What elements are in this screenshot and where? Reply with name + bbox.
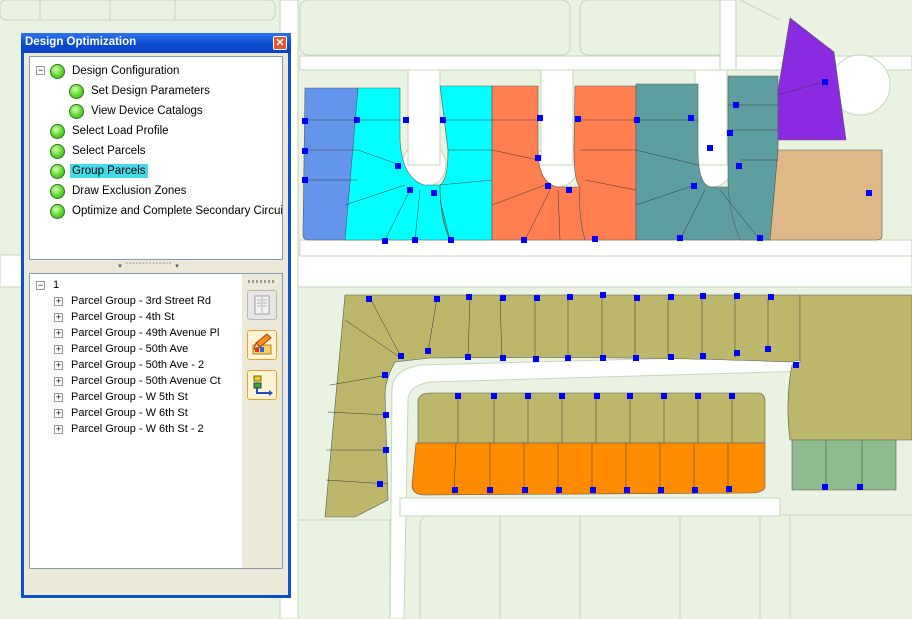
status-green-icon: [69, 103, 84, 119]
workflow-step-optimize-secondary-circuits[interactable]: Optimize and Complete Secondary Circuits: [50, 201, 283, 221]
tree-item-label: Parcel Group - W 6th St - 2: [71, 423, 204, 435]
expander-minus-icon[interactable]: −: [36, 280, 45, 290]
workflow-step-design-configuration[interactable]: Design Configuration: [50, 61, 181, 81]
workflow-step-label: Optimize and Complete Secondary Circuits: [72, 205, 283, 217]
status-green-icon: [50, 163, 65, 179]
workflow-step-label: Select Parcels: [72, 145, 146, 157]
toolbar-grip[interactable]: [248, 280, 276, 283]
status-green-icon: [50, 203, 65, 219]
expander-plus-icon[interactable]: +: [54, 376, 63, 386]
tree-item-label: Parcel Group - W 6th St: [71, 407, 188, 419]
tree-item-label: Parcel Group - 50th Avenue Ct: [71, 375, 221, 387]
expander-plus-icon[interactable]: +: [54, 408, 63, 418]
status-green-icon: [50, 63, 65, 79]
status-green-icon: [69, 83, 84, 99]
tree-item-parcel-group[interactable]: + Parcel Group - 3rd Street Rd: [54, 293, 211, 309]
route-icon: [253, 375, 273, 396]
expander-plus-icon[interactable]: +: [54, 312, 63, 322]
tree-item-label: Parcel Group - 3rd Street Rd: [71, 295, 212, 307]
tree-item-parcel-group[interactable]: + Parcel Group - W 6th St - 2: [54, 421, 204, 437]
window-client-area: − Design Configuration Set Design Parame…: [24, 53, 288, 595]
workflow-step-group-parcels[interactable]: Group Parcels: [50, 161, 148, 181]
workflow-step-label: Draw Exclusion Zones: [72, 185, 187, 197]
workflow-step-select-load-profile[interactable]: Select Load Profile: [50, 121, 171, 141]
tree-item-parcel-group[interactable]: + Parcel Group - 4th St: [54, 309, 174, 325]
workflow-step-label-selected: Group Parcels: [70, 164, 148, 178]
workflow-step-select-parcels[interactable]: Select Parcels: [50, 141, 148, 161]
tree-item-parcel-group[interactable]: + Parcel Group - 50th Ave - 2: [54, 357, 204, 373]
tree-root[interactable]: − 1: [36, 277, 59, 293]
workflow-tree[interactable]: − Design Configuration Set Design Parame…: [29, 56, 283, 260]
color-groups-button[interactable]: [247, 330, 277, 360]
status-green-icon: [50, 143, 65, 159]
tree-item-label: Parcel Group - 50th Ave: [71, 343, 189, 355]
tree-item-parcel-group[interactable]: + Parcel Group - W 6th St: [54, 405, 188, 421]
status-green-icon: [50, 123, 65, 139]
tree-item-parcel-group[interactable]: + Parcel Group - 49th Avenue Pl: [54, 325, 219, 341]
tree-item-label: Parcel Group - W 5th St: [71, 391, 188, 403]
properties-button[interactable]: [247, 290, 277, 320]
expander-plus-icon[interactable]: +: [54, 424, 63, 434]
workflow-step-label: Select Load Profile: [72, 125, 169, 137]
tree-item-parcel-group[interactable]: + Parcel Group - W 5th St: [54, 389, 188, 405]
workflow-step-label: Set Design Parameters: [91, 85, 210, 97]
expander-plus-icon[interactable]: +: [54, 360, 63, 370]
window-title: Design Optimization: [25, 36, 137, 48]
expander-minus-icon[interactable]: −: [36, 66, 45, 75]
workflow-step-draw-exclusion-zones[interactable]: Draw Exclusion Zones: [50, 181, 188, 201]
tree-item-label: Parcel Group - 49th Avenue Pl: [71, 327, 220, 339]
tree-root-label: 1: [53, 279, 60, 291]
pane-splitter[interactable]: ▾ ˇˇˇˇˇˇˇˇˇˇˇˇˇˇ ▾: [84, 262, 214, 271]
tree-item-label: Parcel Group - 4th St: [71, 311, 175, 323]
expander-plus-icon[interactable]: +: [54, 296, 63, 306]
side-toolbar: [242, 274, 282, 568]
pencil-palette-icon: [252, 333, 272, 355]
route-button[interactable]: [247, 370, 277, 400]
tree-item-parcel-group[interactable]: + Parcel Group - 50th Avenue Ct: [54, 373, 221, 389]
close-icon[interactable]: ✕: [273, 36, 287, 50]
expander-plus-icon[interactable]: +: [54, 344, 63, 354]
workflow-step-set-design-parameters[interactable]: Set Design Parameters: [69, 81, 212, 101]
tree-item-parcel-group[interactable]: + Parcel Group - 50th Ave: [54, 341, 188, 357]
window-titlebar[interactable]: Design Optimization ✕: [21, 33, 291, 53]
expander-plus-icon[interactable]: +: [54, 328, 63, 338]
expander-plus-icon[interactable]: +: [54, 392, 63, 402]
parcel-groups-tree[interactable]: − 1 + Parcel Group - 3rd Street Rd + Par…: [29, 273, 283, 569]
status-green-icon: [50, 183, 65, 199]
design-optimization-window: Design Optimization ✕ − Design Configura…: [21, 33, 291, 598]
workflow-step-label: View Device Catalogs: [91, 105, 203, 117]
workflow-step-label: Design Configuration: [72, 65, 180, 77]
tree-item-label: Parcel Group - 50th Ave - 2: [71, 359, 205, 371]
document-icon: [254, 295, 270, 315]
workflow-step-view-device-catalogs[interactable]: View Device Catalogs: [69, 101, 205, 121]
